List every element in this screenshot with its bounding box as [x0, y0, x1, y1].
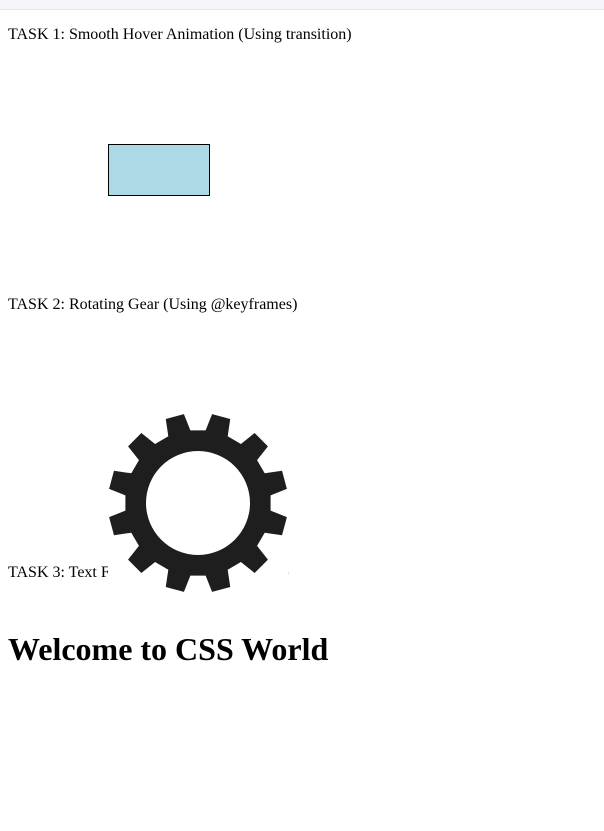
welcome-heading: Welcome to CSS World	[8, 631, 329, 667]
rotating-gear	[108, 412, 288, 594]
hover-animation-box[interactable]	[108, 144, 210, 196]
task-1-label: TASK 1: Smooth Hover Animation (Using tr…	[8, 26, 352, 43]
gear-icon	[109, 414, 287, 592]
task-2-label: TASK 2: Rotating Gear (Using @keyframes)	[8, 296, 298, 313]
browser-top-strip	[0, 0, 604, 10]
